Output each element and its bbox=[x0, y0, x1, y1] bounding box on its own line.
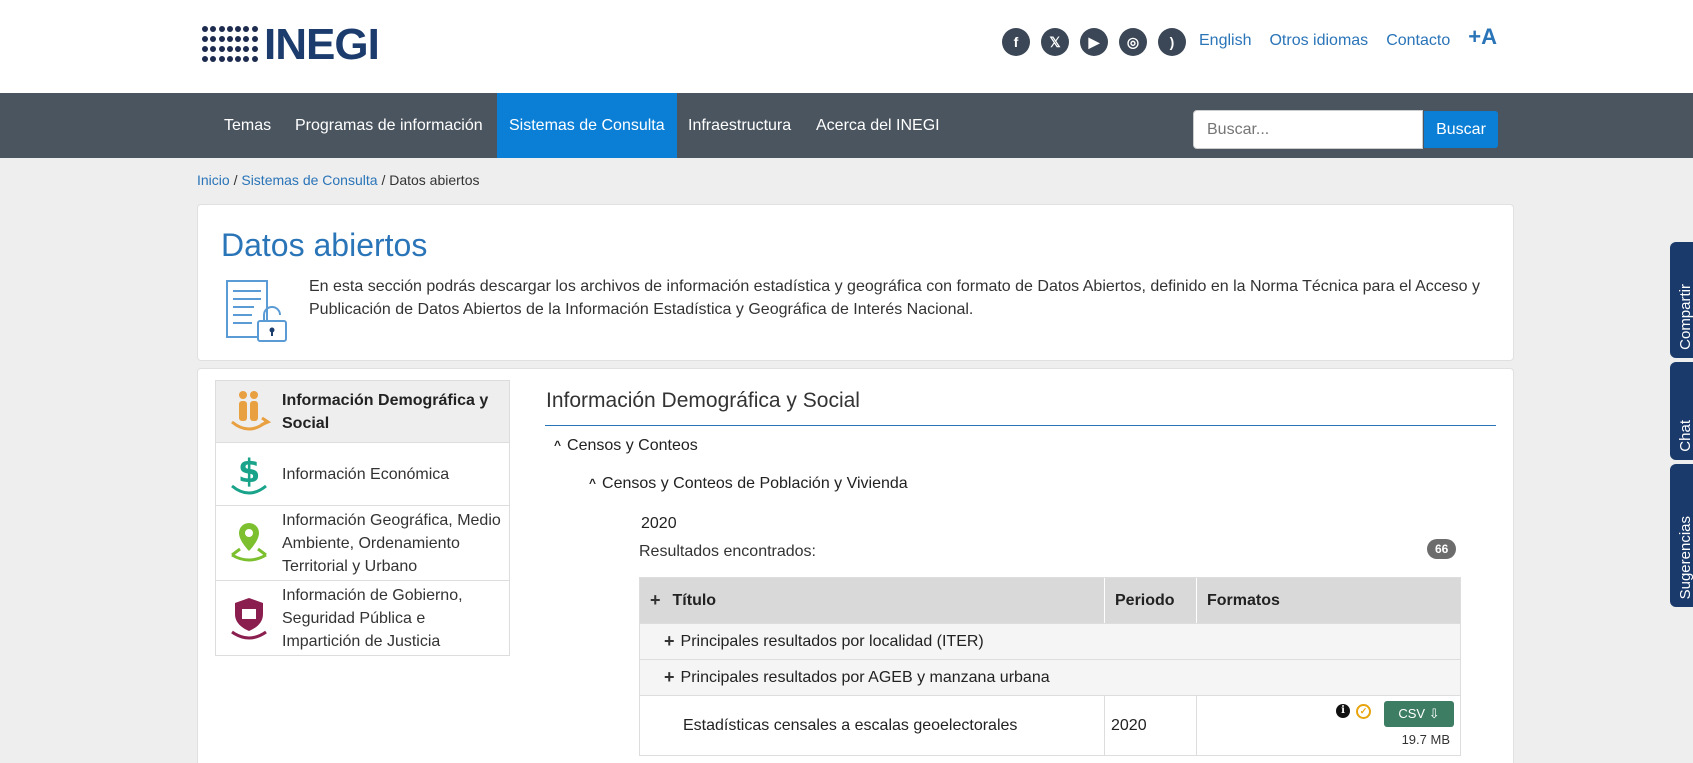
file-size: 19.7 MB bbox=[1401, 732, 1450, 747]
tree-label: Censos y Conteos de Población y Vivienda bbox=[602, 475, 908, 492]
breadcrumb-sistemas[interactable]: Sistemas de Consulta bbox=[241, 172, 377, 188]
row-title: Estadísticas censales a escalas geoelect… bbox=[640, 696, 1105, 755]
nav-acerca[interactable]: Acerca del INEGI bbox=[804, 93, 952, 158]
tree-label: Censos y Conteos bbox=[567, 437, 698, 454]
category-gobierno[interactable]: Información de Gobierno, Seguridad Públi… bbox=[215, 581, 510, 656]
results-table: + Título Periodo Formatos + Principales re… bbox=[639, 577, 1461, 756]
table-group-row[interactable]: + Principales resultados por localidad (I… bbox=[640, 623, 1460, 659]
intro-card: Datos abiertos En esta sección podrás de… bbox=[197, 204, 1514, 361]
x-icon[interactable]: 𝕏 bbox=[1041, 28, 1069, 56]
category-label: Información Demográfica y Social bbox=[282, 391, 489, 432]
table-group-row[interactable]: + Principales resultados por AGEB y manza… bbox=[640, 659, 1460, 695]
category-label: Información Geográfica, Medio Ambiente, … bbox=[282, 511, 501, 575]
government-shield-icon bbox=[216, 594, 282, 642]
inegi-logo[interactable]: INEGI bbox=[202, 20, 380, 69]
chevron-up-icon: ^ bbox=[554, 438, 562, 452]
header-title[interactable]: + Título bbox=[640, 578, 1105, 623]
category-geografica[interactable]: Información Geográfica, Medio Ambiente, … bbox=[215, 506, 510, 581]
top-links: English Otros idiomas Contacto +A bbox=[1199, 24, 1497, 50]
row-period: 2020 bbox=[1105, 696, 1197, 755]
rss-icon[interactable]: ) bbox=[1158, 28, 1186, 56]
social-links: f 𝕏 ▶ ◎ ) bbox=[1002, 28, 1186, 56]
site-header: INEGI f 𝕏 ▶ ◎ ) English Otros idiomas Co… bbox=[0, 0, 1693, 93]
svg-text:$: $ bbox=[238, 452, 260, 490]
search-button[interactable]: Buscar bbox=[1424, 111, 1498, 148]
breadcrumb-separator: / bbox=[233, 172, 238, 188]
category-label: Información Económica bbox=[282, 465, 450, 483]
category-demografica[interactable]: Información Demográfica y Social bbox=[215, 380, 510, 443]
check-circle-icon[interactable]: ✓ bbox=[1356, 704, 1371, 719]
contact-link[interactable]: Contacto bbox=[1386, 32, 1450, 50]
breadcrumb-inicio[interactable]: Inicio bbox=[197, 172, 230, 188]
location-pin-icon bbox=[216, 519, 282, 567]
nav-temas[interactable]: Temas bbox=[212, 93, 283, 158]
results-label: Resultados encontrados: bbox=[639, 543, 816, 560]
breadcrumb: Inicio / Sistemas de Consulta / Datos ab… bbox=[197, 172, 480, 188]
people-icon bbox=[216, 388, 282, 436]
dollar-icon: $ bbox=[216, 450, 282, 498]
open-data-document-icon bbox=[226, 280, 287, 342]
table-row: Estadísticas censales a escalas geoelect… bbox=[640, 695, 1460, 755]
results-count-badge: 66 bbox=[1427, 539, 1457, 559]
row-formats: i ✓ CSV ⇩ 19.7 MB bbox=[1197, 696, 1460, 755]
csv-download-button[interactable]: CSV ⇩ bbox=[1384, 701, 1454, 727]
info-icon[interactable]: i bbox=[1336, 704, 1350, 718]
english-link[interactable]: English bbox=[1199, 32, 1251, 50]
plus-icon[interactable]: + bbox=[664, 667, 675, 688]
main-nav: Temas Programas de información Sistemas … bbox=[0, 93, 1693, 158]
font-size-button[interactable]: +A bbox=[1468, 24, 1497, 50]
share-tab[interactable]: Compartir bbox=[1670, 242, 1693, 358]
category-label: Información de Gobierno, Seguridad Públi… bbox=[282, 586, 463, 650]
plus-icon[interactable]: + bbox=[664, 631, 675, 652]
chevron-up-icon: ^ bbox=[589, 476, 597, 490]
facebook-icon[interactable]: f bbox=[1002, 28, 1030, 56]
nav-programas[interactable]: Programas de información bbox=[283, 93, 495, 158]
logo-dots-icon bbox=[202, 26, 258, 64]
nav-sistemas-consulta[interactable]: Sistemas de Consulta bbox=[497, 93, 677, 158]
breadcrumb-separator: / bbox=[381, 172, 386, 188]
tree-censos-conteos[interactable]: ^ Censos y Conteos bbox=[554, 437, 698, 455]
youtube-icon[interactable]: ▶ bbox=[1080, 28, 1108, 56]
header-formats: Formatos bbox=[1207, 591, 1280, 609]
main-card: Información Demográfica y Social $ Infor… bbox=[197, 368, 1514, 763]
tree-censos-poblacion[interactable]: ^ Censos y Conteos de Población y Viviend… bbox=[589, 475, 908, 493]
instagram-icon[interactable]: ◎ bbox=[1119, 28, 1147, 56]
section-divider bbox=[545, 425, 1496, 426]
header-period: Periodo bbox=[1105, 578, 1197, 623]
category-list: Información Demográfica y Social $ Infor… bbox=[215, 380, 510, 656]
breadcrumb-current: Datos abiertos bbox=[389, 172, 480, 188]
other-languages-link[interactable]: Otros idiomas bbox=[1269, 32, 1368, 50]
chat-tab[interactable]: Chat bbox=[1670, 362, 1693, 460]
year-label: 2020 bbox=[641, 515, 677, 532]
nav-infraestructura[interactable]: Infraestructura bbox=[676, 93, 803, 158]
section-title: Información Demográfica y Social bbox=[546, 389, 860, 412]
plus-icon[interactable]: + bbox=[650, 590, 661, 611]
intro-description: En esta sección podrás descargar los arc… bbox=[309, 278, 1480, 318]
page-title: Datos abiertos bbox=[221, 227, 428, 263]
logo-text: INEGI bbox=[264, 20, 380, 69]
search-input[interactable] bbox=[1193, 110, 1423, 149]
suggestions-tab[interactable]: Sugerencias bbox=[1670, 464, 1693, 607]
category-economica[interactable]: $ Información Económica bbox=[215, 443, 510, 506]
table-header: + Título Periodo Formatos bbox=[640, 578, 1460, 623]
